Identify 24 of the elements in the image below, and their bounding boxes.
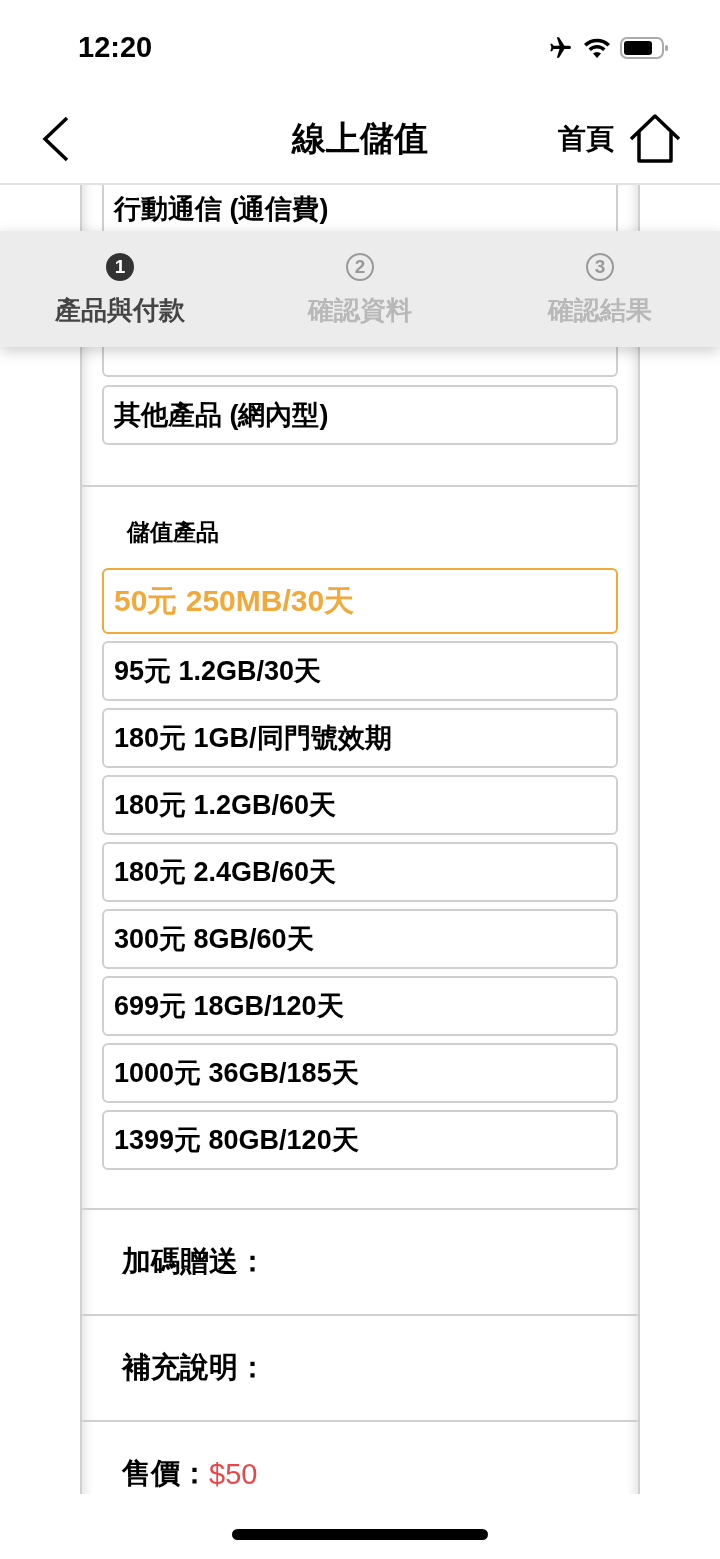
- step-number: 3: [586, 253, 614, 281]
- product-option[interactable]: 180元 1.2GB/60天: [102, 775, 618, 835]
- product-option[interactable]: 699元 18GB/120天: [102, 976, 618, 1036]
- step-label: 產品與付款: [55, 294, 185, 327]
- home-link[interactable]: 首頁: [558, 120, 614, 158]
- price-value: $50: [209, 1457, 258, 1491]
- product-option[interactable]: 180元 2.4GB/60天: [102, 842, 618, 902]
- battery-icon: [620, 35, 670, 60]
- product-option[interactable]: 95元 1.2GB/30天: [102, 641, 618, 701]
- product-option[interactable]: 1399元 80GB/120天: [102, 1110, 618, 1170]
- detail-label: 加碼贈送：: [122, 1244, 267, 1279]
- home-icon[interactable]: [628, 114, 682, 164]
- step-number: 2: [346, 253, 374, 281]
- price-label: 售價：: [122, 1456, 209, 1491]
- detail-label: 補充說明：: [122, 1350, 267, 1385]
- status-time: 12:20: [78, 31, 153, 64]
- step-number: 1: [106, 253, 134, 281]
- product-option[interactable]: 300元 8GB/60天: [102, 909, 618, 969]
- page-title: 線上儲值: [292, 118, 428, 159]
- category-option[interactable]: 其他產品 (網內型): [102, 385, 618, 445]
- product-option[interactable]: 1000元 36GB/185天: [102, 1043, 618, 1103]
- section-heading: 儲值產品: [127, 518, 220, 547]
- product-option[interactable]: 180元 1GB/同門號效期: [102, 708, 618, 768]
- back-icon[interactable]: [42, 116, 70, 162]
